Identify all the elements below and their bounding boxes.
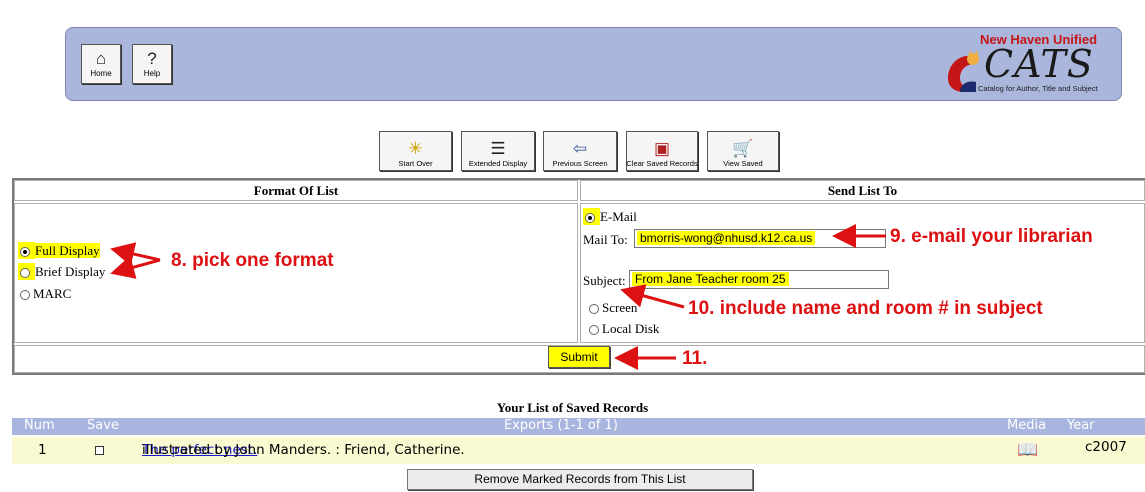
col-year: Year (1067, 418, 1095, 433)
remove-marked-button[interactable]: Remove Marked Records from This List (407, 469, 753, 490)
arrow-8a (110, 242, 161, 266)
col-exports: Exports (1-1 of 1) (504, 418, 618, 433)
arrow-8b (110, 255, 161, 279)
col-save: Save (87, 418, 119, 433)
col-num: Num (24, 418, 55, 433)
record-details: illustrated by John Manders. : Friend, C… (142, 442, 465, 458)
annotation-8: 8. pick one format (171, 250, 334, 271)
annotation-11: 11. (682, 348, 708, 369)
book-icon: 📖 (1017, 440, 1039, 460)
record-num: 1 (38, 442, 47, 458)
col-media: Media (1007, 418, 1047, 433)
arrow-10 (620, 284, 685, 309)
records-column-header: Num Save Exports (1-1 of 1) Media Year (12, 418, 1145, 435)
annotation-10: 10. include name and room # in subject (688, 298, 1043, 319)
saved-records-title: Your List of Saved Records (496, 400, 649, 415)
record-row: 1 The perfect nest. illustrated by John … (12, 437, 1145, 464)
annotation-9: 9. e-mail your librarian (890, 226, 1093, 247)
record-year: c2007 (1085, 439, 1127, 455)
